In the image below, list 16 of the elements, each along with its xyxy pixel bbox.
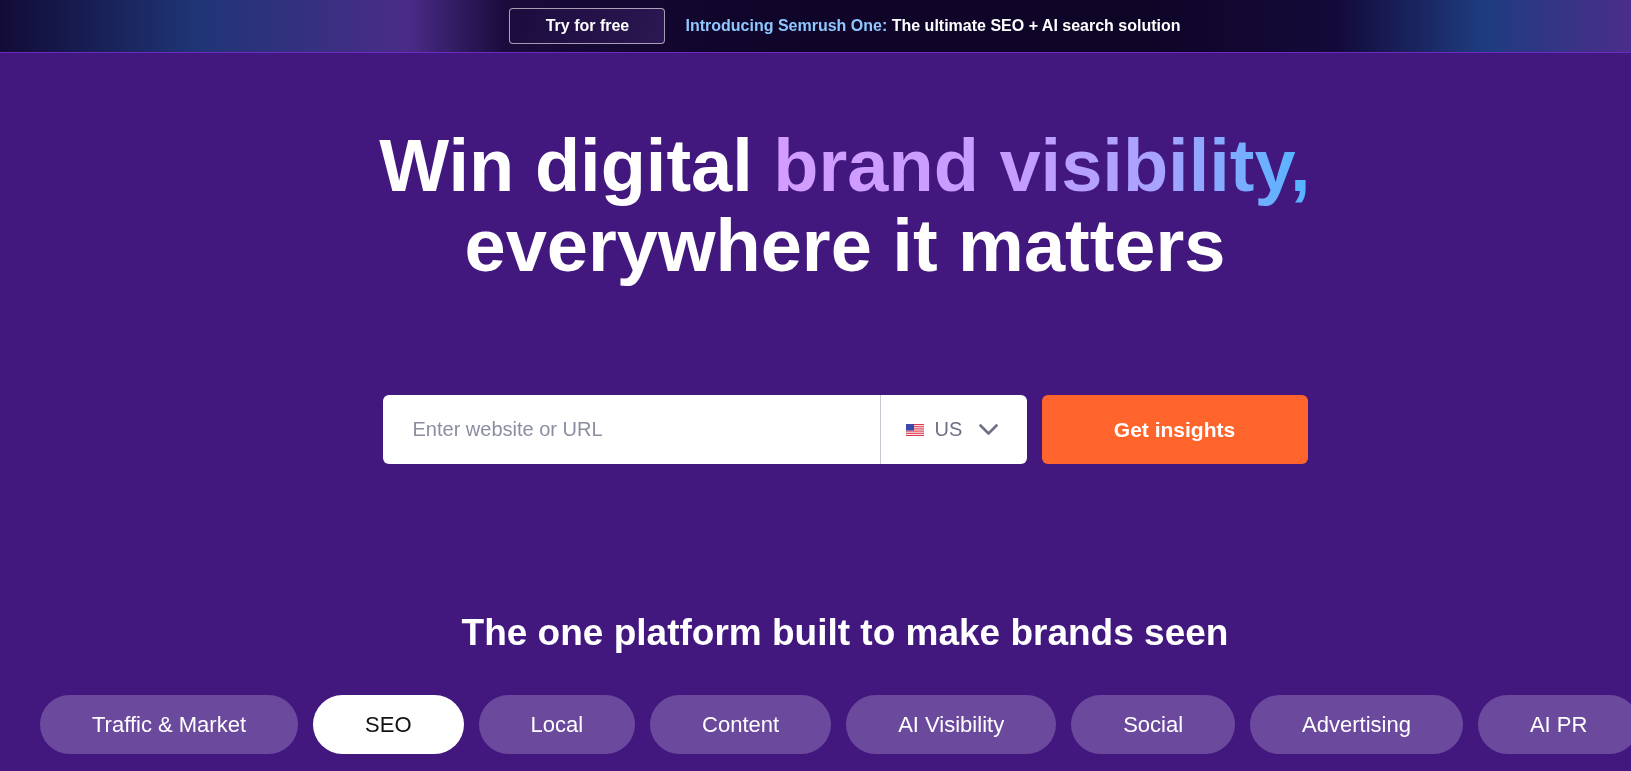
flag-icon [905,423,924,436]
category-tab[interactable]: AI Visibility [846,695,1057,754]
chevron-down-icon [979,424,999,435]
country-select[interactable]: US [879,395,1027,464]
category-tab[interactable]: Content [650,695,832,754]
section-heading: The one platform built to make brands seen [461,611,1229,655]
category-tab[interactable]: Traffic & Market [40,695,299,754]
announcement-link[interactable]: Introducing Semrush One: The ultimate SEO + AI search solution [685,17,1181,35]
category-tab[interactable]: AI PR [1477,695,1631,754]
category-tab[interactable]: Advertising [1250,695,1463,754]
url-input[interactable]: Enter website or URL [382,395,880,464]
category-tab[interactable]: SEO [313,695,464,754]
try-free-button[interactable]: Try for free [509,8,666,44]
category-tab[interactable]: Social [1071,695,1236,754]
category-tab[interactable]: Local [478,695,636,754]
hero-headline: Win digital brand visibility, everywhere it matters [379,126,1311,286]
